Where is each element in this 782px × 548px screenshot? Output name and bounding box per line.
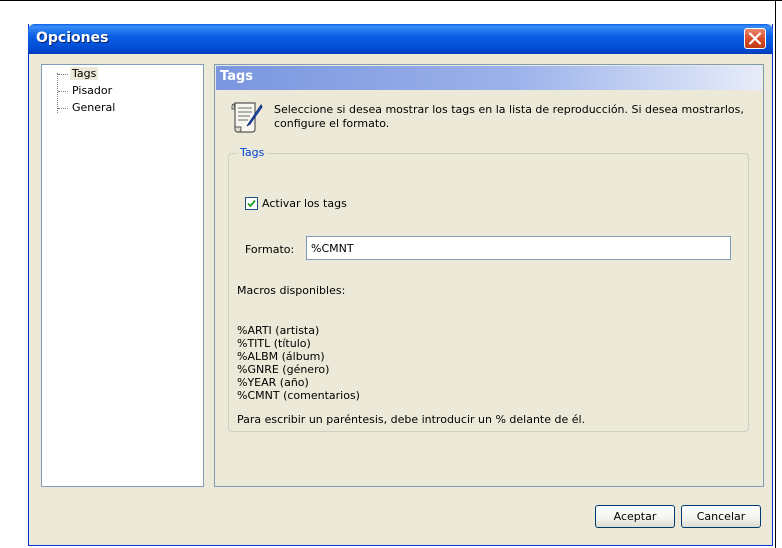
tree-item-label: Pisador — [72, 84, 113, 97]
content-header-title: Tags — [220, 69, 254, 84]
tree-item-label: Tags — [70, 67, 99, 80]
macros-list: %ARTI (artista) %TITL (título) %ALBM (ál… — [237, 324, 360, 402]
tags-description: Seleccione si desea mostrar los tags en … — [274, 103, 744, 130]
options-dialog: Opciones Tags Pisador General Tags Selec… — [28, 24, 773, 546]
document-quill-icon — [231, 102, 263, 133]
page-border-top — [0, 0, 782, 1]
tree-item-tags[interactable]: Tags — [58, 67, 99, 81]
group-legend: Tags — [237, 146, 268, 159]
close-button[interactable] — [744, 28, 766, 49]
macro-item: %ARTI (artista) — [237, 324, 320, 337]
page-border-right — [775, 0, 776, 548]
window-title: Opciones — [36, 30, 109, 46]
accept-button[interactable]: Aceptar — [595, 505, 675, 528]
cancel-button[interactable]: Cancelar — [681, 505, 761, 528]
tree-item-pisador[interactable]: Pisador — [58, 84, 114, 98]
options-tree: Tags Pisador General — [41, 64, 204, 487]
close-icon — [748, 32, 762, 45]
enable-tags-label[interactable]: Activar los tags — [262, 197, 347, 210]
macro-item: %TITL (título) — [237, 337, 311, 350]
format-input[interactable] — [306, 236, 731, 260]
macro-item: %YEAR (año) — [237, 376, 309, 389]
tree-item-label: General — [72, 101, 116, 114]
content-panel: Tags Seleccione si desea mostrar los tag… — [214, 64, 764, 487]
content-header: Tags — [216, 66, 762, 90]
parenthesis-note: Para escribir un paréntesis, debe introd… — [237, 413, 586, 426]
tree-item-general[interactable]: General — [58, 101, 117, 115]
tags-groupbox: Tags Activar los tags Formato: Macros di… — [228, 146, 749, 432]
macro-item: %GNRE (género) — [237, 363, 330, 376]
macro-item: %CMNT (comentarios) — [237, 389, 360, 402]
title-bar[interactable]: Opciones — [28, 24, 773, 54]
macros-title: Macros disponibles: — [237, 284, 346, 297]
enable-tags-checkbox[interactable] — [245, 197, 258, 210]
macro-item: %ALBM (álbum) — [237, 350, 325, 363]
checkmark-icon — [247, 199, 256, 208]
format-label: Formato: — [245, 243, 295, 256]
